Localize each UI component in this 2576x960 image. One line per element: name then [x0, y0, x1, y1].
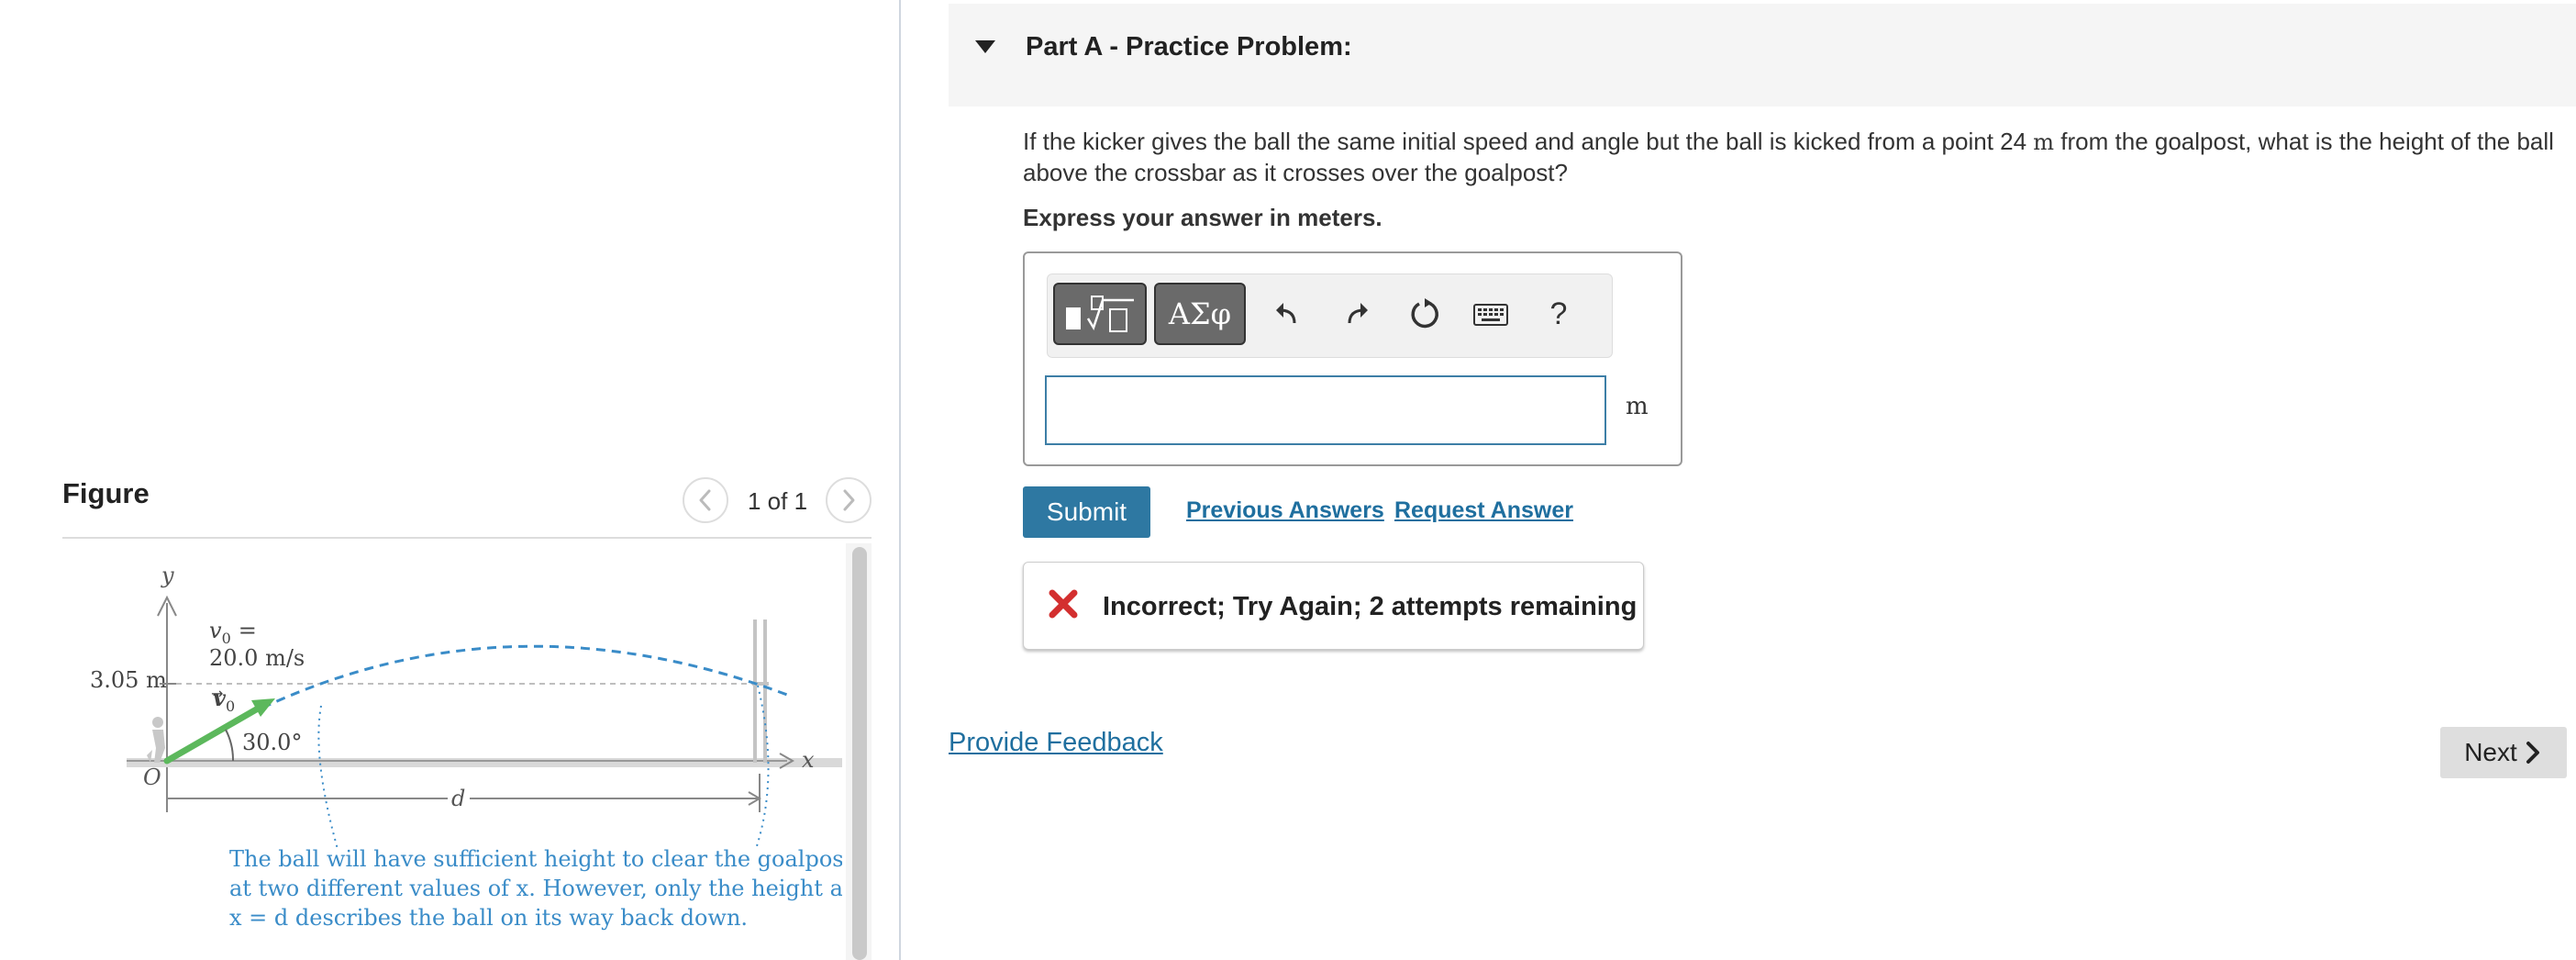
- chevron-left-icon: [699, 489, 711, 511]
- figure-prev-button[interactable]: [683, 477, 728, 523]
- caret-down-icon[interactable]: [974, 39, 996, 54]
- question-unit: m: [2033, 129, 2055, 155]
- figure-scrollbar-thumb[interactable]: [852, 547, 867, 960]
- projectile-diagram: y x O 3.05 m v0 = 20.0 m/s v0 → 30.0° d …: [90, 563, 842, 931]
- request-answer-link[interactable]: Request Answer: [1394, 497, 1573, 524]
- y-axis-label: y: [161, 563, 174, 588]
- figure-next-button[interactable]: [826, 477, 872, 523]
- figure-panel: Figure 1 of 1 y x O 3.05 m v0 = 20.0 m/s…: [0, 0, 899, 960]
- next-button[interactable]: Next: [2440, 727, 2567, 778]
- d-label: d: [451, 786, 465, 811]
- undo-button[interactable]: [1266, 292, 1308, 336]
- figure-counter: 1 of 1: [748, 487, 808, 515]
- question-text-start: If the kicker gives the ball the same in…: [1023, 128, 2034, 155]
- kicker-icon: [147, 717, 165, 763]
- redo-button[interactable]: [1336, 292, 1378, 336]
- next-label: Next: [2464, 738, 2517, 766]
- submit-button[interactable]: Submit: [1023, 486, 1150, 538]
- vector-arrow-icon: →: [211, 685, 223, 702]
- answer-input[interactable]: [1045, 375, 1606, 445]
- goalpost: [752, 620, 769, 763]
- caption-line: x = d describes the ball on its way back…: [229, 905, 748, 931]
- greek-symbols-button[interactable]: ΑΣφ: [1154, 283, 1246, 345]
- height-label: 3.05 m: [90, 667, 167, 693]
- reset-button[interactable]: [1404, 292, 1446, 336]
- figure-divider: [62, 537, 872, 539]
- chevron-right-icon: [2526, 742, 2539, 764]
- provide-feedback-link[interactable]: Provide Feedback: [949, 728, 1163, 758]
- previous-answers-link[interactable]: Previous Answers: [1186, 497, 1384, 524]
- part-title: Part A - Practice Problem:: [1026, 32, 1352, 61]
- undo-icon: [1276, 303, 1296, 324]
- angle-arc: [225, 729, 235, 762]
- templates-icon: [1066, 296, 1134, 332]
- feedback-message: Incorrect; Try Again; 2 attempts remaini…: [1103, 592, 1638, 621]
- redo-icon: [1348, 303, 1368, 324]
- answer-instruction: Express your answer in meters.: [1023, 204, 1382, 231]
- origin-label: O: [143, 765, 161, 790]
- figure-title: Figure: [62, 477, 150, 509]
- keyboard-button[interactable]: [1470, 292, 1512, 336]
- caption-line: The ball will have sufficient height to …: [229, 846, 842, 872]
- caption-line: at two different values of x. However, o…: [229, 876, 842, 901]
- answer-unit: m: [1626, 393, 1649, 420]
- angle-label: 30.0°: [242, 730, 302, 755]
- callout-left: [317, 705, 339, 850]
- v0-value: 20.0 m/s: [209, 645, 305, 671]
- templates-button[interactable]: [1053, 283, 1147, 345]
- chevron-right-icon: [843, 489, 855, 511]
- question-text: If the kicker gives the ball the same in…: [1023, 127, 2573, 188]
- reset-icon: [1411, 298, 1438, 329]
- x-axis-label: x: [802, 747, 815, 773]
- help-button[interactable]: ?: [1538, 292, 1580, 336]
- pane-divider[interactable]: [899, 0, 901, 960]
- keyboard-icon: [1473, 304, 1508, 326]
- v0-label: v0 =: [209, 618, 257, 647]
- incorrect-x-icon: [1049, 589, 1078, 619]
